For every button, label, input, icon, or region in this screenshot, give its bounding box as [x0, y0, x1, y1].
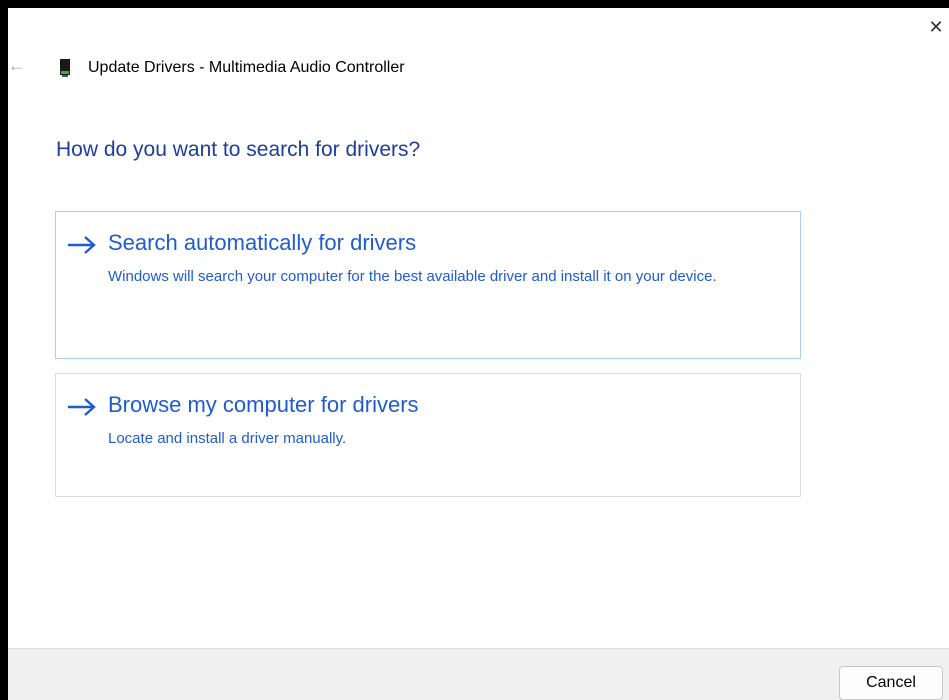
arrow-right-icon [68, 236, 96, 254]
arrow-right-icon [68, 398, 96, 416]
option-title: Browse my computer for drivers [108, 392, 419, 417]
dialog-footer: Cancel [8, 648, 949, 700]
option-title: Search automatically for drivers [108, 230, 417, 255]
option-description: Windows will search your computer for th… [108, 268, 717, 285]
cancel-button[interactable]: Cancel [839, 666, 943, 700]
option-description: Locate and install a driver manually. [108, 430, 347, 447]
search-automatically-option[interactable]: Search automatically for drivers Windows… [55, 211, 801, 359]
close-icon[interactable]: ✕ [923, 16, 949, 40]
dialog-title: Update Drivers - Multimedia Audio Contro… [88, 59, 405, 76]
page-heading: How do you want to search for drivers? [56, 138, 421, 161]
browse-computer-option[interactable]: Browse my computer for drivers Locate an… [55, 373, 801, 497]
back-arrow-icon[interactable]: ← [8, 57, 25, 75]
device-icon [60, 59, 70, 77]
